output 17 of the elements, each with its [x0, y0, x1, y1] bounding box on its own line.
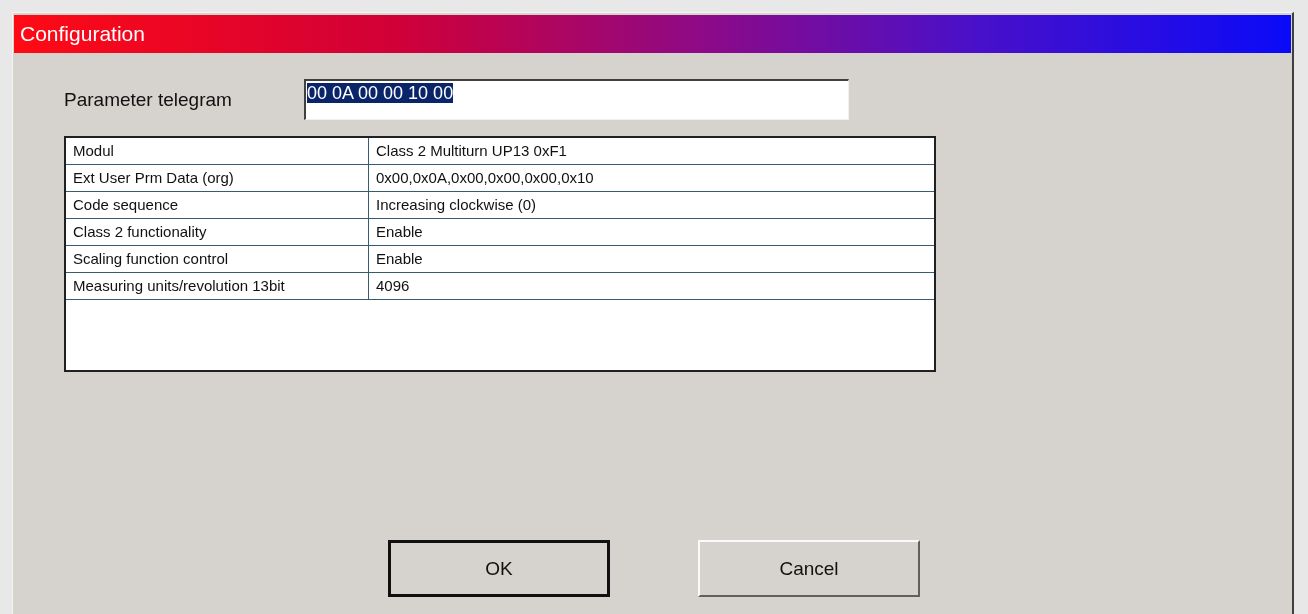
input-field[interactable]: 00 0A 00 00 10 00 [304, 79, 849, 120]
property-value-cell-text: Class 2 Multiturn UP13 0xF1 [375, 141, 568, 161]
property-value-cell-text: 4096 [375, 276, 411, 296]
field-label: Parameter telegram [64, 88, 233, 111]
property-value-cell-text: Increasing clockwise (0) [375, 195, 538, 215]
window-title: Configuration [19, 22, 145, 46]
property-name-cell: Class 2 functionality [66, 219, 369, 245]
cancel-button[interactable]: Cancel [698, 540, 920, 597]
property-name-cell: Ext User Prm Data (org) [66, 165, 369, 191]
property-name-cell: Scaling function control [66, 246, 369, 272]
property-value-cell-text: Enable [375, 249, 424, 269]
ok-button[interactable]: OK [388, 540, 610, 597]
property-name-cell: Code sequence [66, 192, 369, 218]
property-name-cell: Measuring units/revolution 13bit [66, 273, 369, 299]
property-name-cell: Modul [66, 138, 369, 164]
property-value-cell-text: Enable [375, 222, 424, 242]
property-value-cell-text: 0x00,0x0A,0x00,0x00,0x00,0x10 [375, 168, 595, 188]
